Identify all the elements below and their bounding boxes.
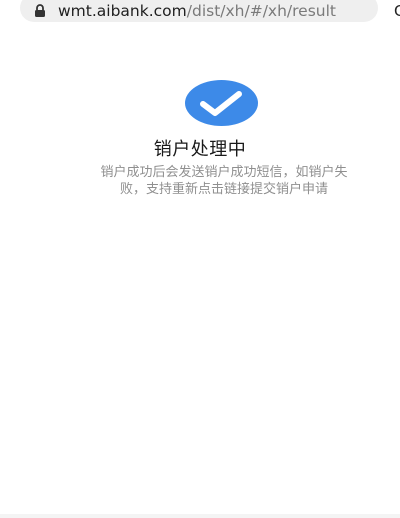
bottom-divider [0, 514, 400, 518]
url-text[interactable]: wmt.aibank.com/dist/xh/#/xh/result [58, 2, 336, 20]
url-domain: wmt.aibank.com [58, 2, 187, 20]
check-icon [185, 80, 258, 126]
browser-address-bar: wmt.aibank.com/dist/xh/#/xh/result C [0, 0, 400, 26]
lock-icon [35, 4, 45, 17]
edge-fragment: C [394, 2, 400, 20]
result-title: 销户处理中 [153, 139, 247, 160]
url-path: /dist/xh/#/xh/result [186, 2, 337, 20]
result-description: 销户成功后会发送销户成功短信，如销户失败，支持重新点击链接提交销户申请 [100, 165, 348, 197]
